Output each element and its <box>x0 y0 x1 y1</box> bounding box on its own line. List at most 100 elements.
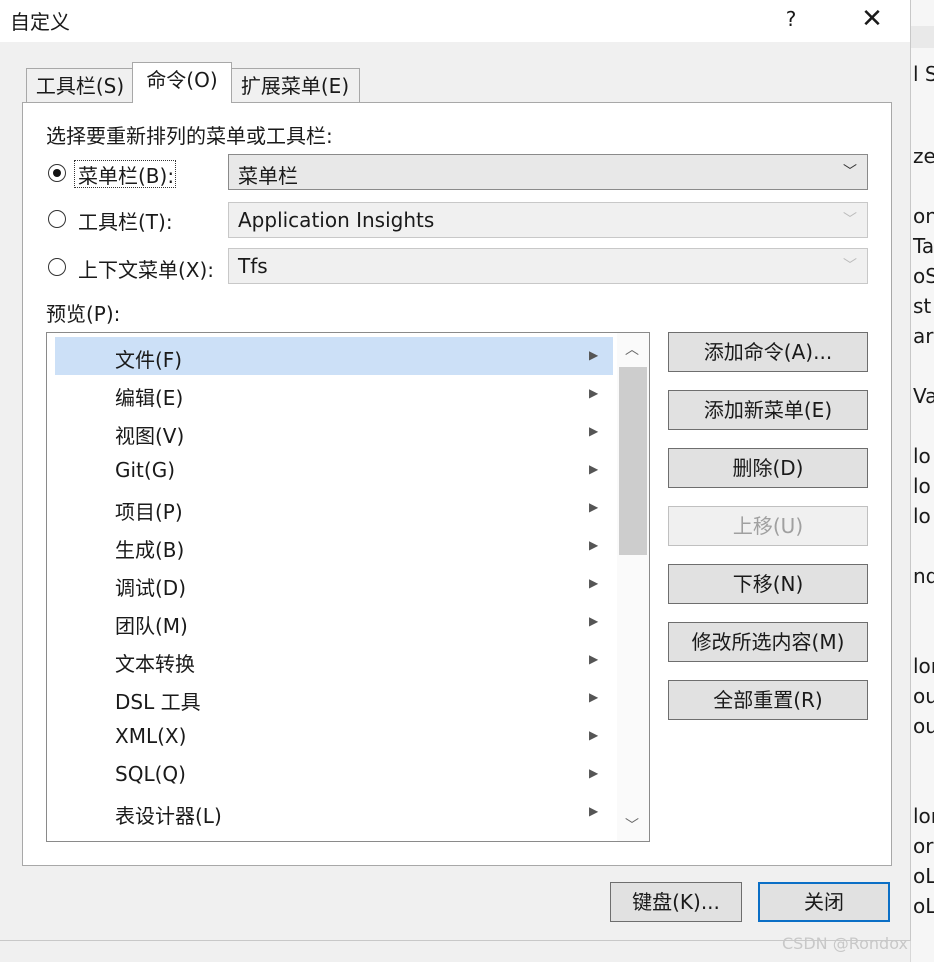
background-text: lon <box>913 804 934 828</box>
preview-label: 预览(P): <box>46 302 121 326</box>
background-text: are <box>913 324 934 348</box>
chevron-right-icon: ▶ <box>589 614 599 628</box>
list-item[interactable]: 文件(F) ▶ <box>55 337 613 375</box>
list-item-label: 表设计器(L) <box>115 804 222 828</box>
chevron-down-icon: ﹀ <box>843 164 857 180</box>
background-text: oLe <box>913 894 934 918</box>
list-item-label: XML(X) <box>115 724 187 748</box>
toolbar-select-value: Application Insights <box>238 208 435 232</box>
title-bar: 自定义 ? ✕ <box>0 0 910 42</box>
chevron-right-icon: ▶ <box>589 424 599 438</box>
background-text: Ta <box>913 234 934 258</box>
add-command-button[interactable]: 添加命令(A)... <box>668 332 868 372</box>
section-label: 选择要重新排列的菜单或工具栏: <box>46 124 333 148</box>
background-text: lo <box>913 474 931 498</box>
tab-commands[interactable]: 命令(O) <box>132 62 232 103</box>
chevron-down-icon: ﹀ <box>843 212 857 228</box>
menubar-radio-label[interactable]: 菜单栏(B): <box>78 160 174 189</box>
vertical-scrollbar[interactable]: ︿ ﹀ <box>617 333 649 841</box>
list-item[interactable]: 表设计器(L) ▶ <box>55 793 613 831</box>
chevron-right-icon: ▶ <box>589 538 599 552</box>
background-text: oS <box>913 264 934 288</box>
background-text: st <box>913 294 932 318</box>
background-text: on <box>913 204 934 228</box>
move-down-button[interactable]: 下移(N) <box>668 564 868 604</box>
watermark: CSDN @Rondox <box>782 934 908 953</box>
chevron-down-icon[interactable]: ﹀ <box>625 815 639 835</box>
background-text: lo <box>913 504 931 528</box>
chevron-right-icon: ▶ <box>589 804 599 818</box>
toolbar-radio[interactable] <box>48 210 66 228</box>
list-item-label: Git(G) <box>115 458 175 482</box>
keyboard-button[interactable]: 键盘(K)... <box>610 882 742 922</box>
chevron-right-icon: ▶ <box>589 386 599 400</box>
context-menu-radio-label[interactable]: 上下文菜单(X): <box>78 254 214 283</box>
list-item[interactable]: Git(G) ▶ <box>55 451 613 489</box>
background-text: oLe <box>913 864 934 888</box>
background-text: Va <box>913 384 934 408</box>
chevron-up-icon[interactable]: ︿ <box>625 339 639 359</box>
radio-selected-dot <box>52 168 61 177</box>
menubar-select-value: 菜单栏 <box>238 164 298 188</box>
list-item-label: 生成(B) <box>115 538 185 562</box>
list-item[interactable]: 项目(P) ▶ <box>55 489 613 527</box>
chevron-right-icon: ▶ <box>589 652 599 666</box>
tab-toolbars[interactable]: 工具栏(S) <box>26 68 134 103</box>
background-text: lo <box>913 444 931 468</box>
menubar-select[interactable]: 菜单栏 ﹀ <box>228 154 868 190</box>
list-item[interactable]: DSL 工具 ▶ <box>55 679 613 717</box>
chevron-right-icon: ▶ <box>589 462 599 476</box>
list-item-label: 文本转换 <box>115 652 195 676</box>
add-new-menu-button[interactable]: 添加新菜单(E) <box>668 390 868 430</box>
background-text: our <box>913 684 934 708</box>
chevron-down-icon: ﹀ <box>843 258 857 274</box>
list-item-label: 调试(D) <box>115 576 187 600</box>
chevron-right-icon: ▶ <box>589 728 599 742</box>
chevron-right-icon: ▶ <box>589 500 599 514</box>
toolbar-radio-label[interactable]: 工具栏(T): <box>78 206 173 235</box>
delete-button[interactable]: 删除(D) <box>668 448 868 488</box>
list-item[interactable]: 团队(M) ▶ <box>55 603 613 641</box>
background-text: nd <box>913 564 934 588</box>
list-item[interactable]: XML(X) ▶ <box>55 717 613 755</box>
chevron-right-icon: ▶ <box>589 690 599 704</box>
chevron-right-icon: ▶ <box>589 576 599 590</box>
close-icon[interactable]: ✕ <box>852 2 892 36</box>
customize-dialog: 自定义 ? ✕ 工具栏(S) 命令(O) 扩展菜单(E) 选择要重新排列的菜单或… <box>0 0 911 941</box>
list-item-label: 团队(M) <box>115 614 188 638</box>
toolbar-select[interactable]: Application Insights ﹀ <box>228 202 868 238</box>
reset-all-button[interactable]: 全部重置(R) <box>668 680 868 720</box>
list-item[interactable]: 生成(B) ▶ <box>55 527 613 565</box>
background-window: l S zel on Ta oS st are Va lo lo lo nd l… <box>910 0 934 962</box>
close-button[interactable]: 关闭 <box>758 882 890 922</box>
background-text: ord <box>913 834 934 858</box>
chevron-right-icon: ▶ <box>589 348 599 362</box>
list-item[interactable]: 视图(V) ▶ <box>55 413 613 451</box>
dialog-title: 自定义 <box>10 10 70 34</box>
chevron-right-icon: ▶ <box>589 766 599 780</box>
context-menu-select-value: Tfs <box>238 254 268 278</box>
background-text: lon <box>913 654 934 678</box>
preview-list[interactable]: 文件(F) ▶ 编辑(E) ▶ 视图(V) ▶ Git(G) ▶ 项目(P) ▶ 生成(B… <box>46 332 650 842</box>
background-text: zel <box>913 144 934 168</box>
list-item-label: 项目(P) <box>115 500 183 524</box>
help-button[interactable]: ? <box>776 4 806 34</box>
list-item[interactable]: 文本转换 ▶ <box>55 641 613 679</box>
list-item-label: 编辑(E) <box>115 386 184 410</box>
context-menu-radio[interactable] <box>48 258 66 276</box>
context-menu-select[interactable]: Tfs ﹀ <box>228 248 868 284</box>
list-item-label: SQL(Q) <box>115 762 186 786</box>
background-toolbar-strip <box>911 26 934 48</box>
list-item[interactable]: SQL(Q) ▶ <box>55 755 613 793</box>
menubar-radio[interactable] <box>48 164 66 182</box>
modify-selection-button[interactable]: 修改所选内容(M) <box>668 622 868 662</box>
scrollbar-thumb[interactable] <box>619 367 647 555</box>
list-item-label: 文件(F) <box>115 348 183 372</box>
background-text: our <box>913 714 934 738</box>
list-item[interactable]: 编辑(E) ▶ <box>55 375 613 413</box>
list-item-label: 视图(V) <box>115 424 185 448</box>
background-text: l S <box>913 62 934 86</box>
move-up-button[interactable]: 上移(U) <box>668 506 868 546</box>
tab-extension-menus[interactable]: 扩展菜单(E) <box>230 68 360 103</box>
list-item[interactable]: 调试(D) ▶ <box>55 565 613 603</box>
